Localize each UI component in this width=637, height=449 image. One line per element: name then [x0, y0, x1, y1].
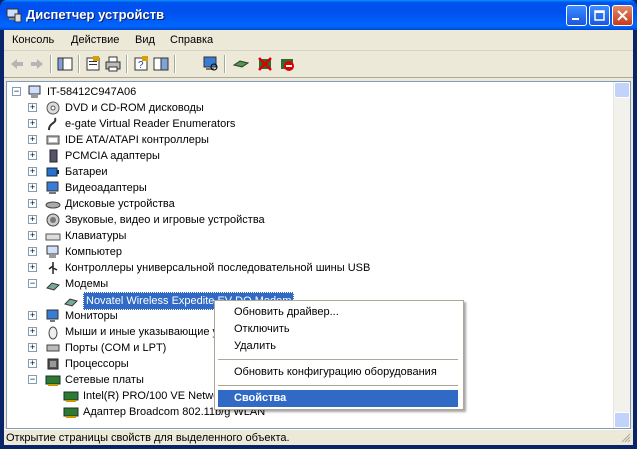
disable-icon[interactable]: [278, 55, 296, 73]
menu-view[interactable]: Вид: [135, 34, 155, 46]
device-manager-icon: [6, 8, 22, 23]
vertical-scrollbar[interactable]: [613, 82, 630, 428]
processor-icon: [47, 358, 59, 370]
ctx-separator: [218, 359, 458, 360]
tree-item-network[interactable]: Сетевые платы: [65, 372, 144, 388]
show-hide-tree-icon[interactable]: [56, 55, 74, 73]
expand-toggle[interactable]: +: [28, 215, 37, 224]
expand-toggle[interactable]: +: [28, 151, 37, 160]
resize-grip-icon[interactable]: [621, 433, 631, 443]
title-bar[interactable]: Диспетчер устройств: [0, 0, 637, 30]
network-card-icon: [45, 375, 61, 386]
ctx-remove[interactable]: Удалить: [218, 338, 458, 355]
tree-item-sound[interactable]: Звуковые, видео и игровые устройства: [65, 212, 265, 228]
help-icon[interactable]: ?: [132, 55, 150, 73]
expand-toggle[interactable]: +: [28, 263, 37, 272]
back-icon[interactable]: [8, 55, 26, 73]
minimize-button[interactable]: [566, 5, 587, 26]
tree-item-ide[interactable]: IDE ATA/ATAPI контроллеры: [65, 132, 209, 148]
scan-hardware-icon[interactable]: [202, 55, 220, 73]
expand-toggle[interactable]: +: [28, 359, 37, 368]
cdrom-icon: [46, 101, 60, 115]
modem-icon: [64, 298, 78, 307]
computer-icon: [46, 245, 59, 258]
menu-help[interactable]: Справка: [170, 34, 213, 46]
update-driver-icon[interactable]: [232, 55, 250, 73]
tree-item-pcmcia[interactable]: PCMCIA адаптеры: [65, 148, 160, 164]
expand-toggle[interactable]: +: [28, 311, 37, 320]
context-menu: Обновить драйвер... Отключить Удалить Об…: [214, 300, 464, 410]
menu-bar: Консоль Действие Вид Справка: [4, 30, 633, 51]
tree-item-intel-nic[interactable]: Intel(R) PRO/100 VE Netwo: [83, 388, 219, 404]
disk-drive-icon: [45, 201, 61, 209]
mouse-icon: [48, 326, 58, 340]
tree-item-dvd[interactable]: DVD и CD-ROM дисководы: [65, 100, 204, 116]
collapse-toggle[interactable]: −: [28, 279, 37, 288]
tree-item-egate[interactable]: e-gate Virtual Reader Enumerators: [65, 116, 235, 132]
forward-icon[interactable]: [28, 55, 46, 73]
battery-icon: [46, 167, 59, 177]
maximize-icon: [594, 10, 605, 21]
tree-item-modems[interactable]: Модемы: [65, 276, 108, 292]
scroll-down-button[interactable]: [614, 412, 630, 428]
menu-action[interactable]: Действие: [71, 34, 119, 46]
display-adapter-icon: [46, 181, 59, 194]
expand-toggle[interactable]: +: [28, 199, 37, 208]
monitor-icon: [46, 309, 59, 322]
minimize-icon: [572, 18, 579, 20]
tree-item-monitors[interactable]: Мониторы: [65, 308, 118, 324]
window-title: Диспетчер устройств: [26, 7, 165, 22]
tree-item-ports[interactable]: Порты (COM и LPT): [65, 340, 166, 356]
network-card-icon: [63, 391, 79, 402]
tree-item-cpu[interactable]: Процессоры: [65, 356, 129, 372]
properties-icon[interactable]: [84, 55, 102, 73]
tree-root-label[interactable]: IT-58412C947A06: [47, 84, 136, 100]
expand-toggle[interactable]: +: [28, 103, 37, 112]
tree-item-video[interactable]: Видеоадаптеры: [65, 180, 147, 196]
ctx-disable[interactable]: Отключить: [218, 321, 458, 338]
keyboard-icon: [45, 233, 61, 241]
tree-item-usb[interactable]: Контроллеры универсальной последовательн…: [65, 260, 370, 276]
collapse-toggle[interactable]: −: [28, 375, 37, 384]
modem-icon: [46, 282, 60, 291]
expand-toggle[interactable]: +: [28, 167, 37, 176]
collapse-root-toggle[interactable]: −: [12, 87, 21, 96]
ctx-properties[interactable]: Свойства: [218, 390, 458, 407]
tree-item-keyboard[interactable]: Клавиатуры: [65, 228, 126, 244]
usb-icon: [48, 262, 58, 274]
expand-toggle[interactable]: +: [28, 343, 37, 352]
tree-item-disks[interactable]: Дисковые устройства: [65, 196, 175, 212]
expand-toggle[interactable]: +: [28, 135, 37, 144]
uninstall-icon[interactable]: [256, 55, 274, 73]
device-manager-window: Диспетчер устройств Консоль Действие Вид…: [0, 0, 637, 449]
toolbar: ?: [4, 51, 633, 78]
network-card-icon: [63, 407, 79, 418]
expand-toggle[interactable]: +: [28, 183, 37, 192]
tree-item-mice[interactable]: Мыши и иные указывающие у: [65, 324, 218, 340]
pcmcia-icon: [49, 149, 58, 163]
ide-controller-icon: [46, 135, 60, 145]
tree-item-battery[interactable]: Батареи: [65, 164, 108, 180]
tree-item-computer[interactable]: Компьютер: [65, 244, 122, 260]
ctx-separator: [218, 385, 458, 386]
expand-toggle[interactable]: +: [28, 119, 37, 128]
scroll-up-button[interactable]: [614, 82, 630, 98]
close-button[interactable]: [612, 5, 633, 26]
close-icon: [617, 10, 628, 21]
ctx-scan-hardware[interactable]: Обновить конфигурацию оборудования: [218, 364, 458, 381]
ctx-update-driver[interactable]: Обновить драйвер...: [218, 304, 458, 321]
expand-toggle[interactable]: +: [28, 247, 37, 256]
svg-text:?: ?: [138, 60, 144, 71]
status-bar: Открытие страницы свойств для выделенног…: [4, 429, 633, 445]
menu-console[interactable]: Консоль: [12, 34, 54, 46]
port-icon: [46, 344, 60, 352]
expand-toggle[interactable]: +: [28, 327, 37, 336]
view-icon[interactable]: [152, 55, 170, 73]
print-icon[interactable]: [104, 55, 122, 73]
expand-toggle[interactable]: +: [28, 231, 37, 240]
sound-icon: [46, 213, 60, 227]
computer-icon: [28, 85, 41, 98]
maximize-button[interactable]: [589, 5, 610, 26]
reader-icon: [48, 117, 57, 131]
